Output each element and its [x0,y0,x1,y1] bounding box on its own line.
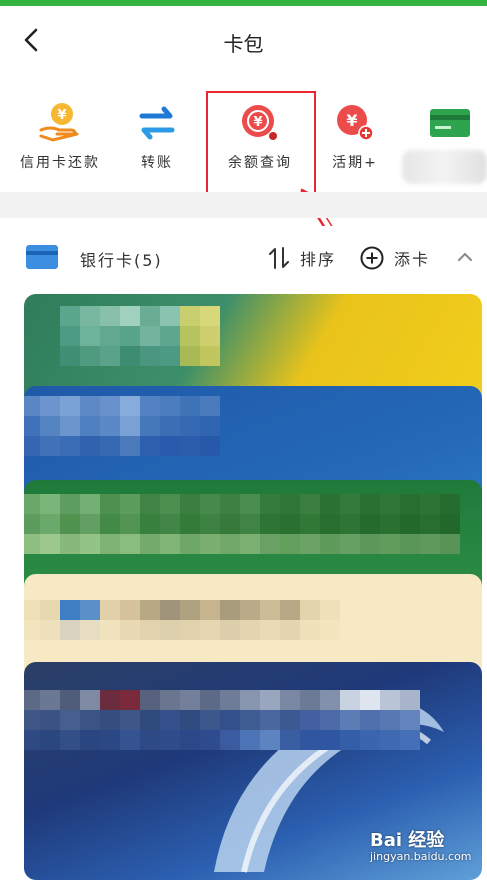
svg-text:¥: ¥ [57,108,66,123]
blurred-card-info [24,494,460,554]
baidu-watermark: Bai 经验 jingyan.baidu.com [370,826,486,866]
green-card-icon [430,109,470,137]
bank-card-icon [26,245,58,269]
header: 卡包 [0,6,487,74]
shortcut-current-deposit-plus[interactable]: ¥ 活期+ [305,98,405,178]
watermark-subtext: jingyan.baidu.com [370,850,472,863]
yuan-plus-icon: ¥ [337,105,374,141]
blurred-label [402,150,487,184]
page-title: 卡包 [223,32,264,56]
shortcut-transfer[interactable]: 转账 [107,98,207,178]
add-card-label: 添卡 [394,250,431,269]
shortcut-label: 转账 [141,155,173,171]
blurred-card-info [60,306,220,366]
hand-coin-icon: ¥ [39,103,79,142]
watermark-text: Bai 经验 [370,830,445,851]
add-card-button[interactable]: 添卡 [360,240,430,276]
shortcut-credit-card-repay[interactable]: ¥ 信用卡还款 [10,98,110,178]
bank-card-list [0,290,487,880]
section-divider [0,192,487,218]
sort-label: 排序 [300,250,337,269]
bank-card-section-header: 银行卡(5) 排序 添卡 [0,226,487,290]
shortcut-label: 活期+ [332,155,378,171]
transfer-arrows-icon [139,106,175,140]
section-title: 银行卡(5) [80,251,163,270]
sort-arrows-icon [269,247,289,269]
blurred-card-info [24,600,340,640]
chevron-up-icon[interactable] [456,250,474,264]
shortcut-label: 信用卡还款 [20,155,100,171]
sort-button[interactable]: 排序 [268,240,336,276]
blurred-card-info [24,396,220,456]
svg-text:¥: ¥ [346,111,357,130]
blurred-card-info [24,690,420,750]
plus-circle-icon [360,246,384,270]
